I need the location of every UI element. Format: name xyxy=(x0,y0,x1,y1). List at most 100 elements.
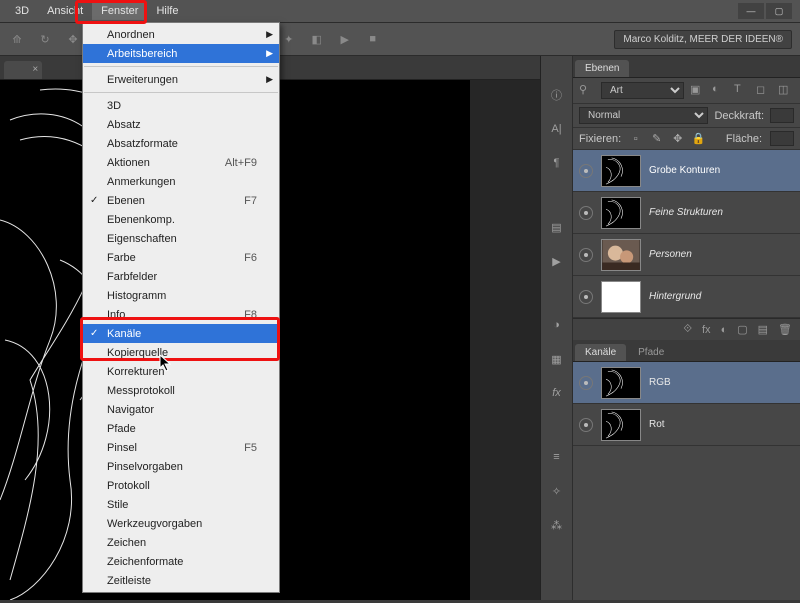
menu-item-messprotokoll[interactable]: Messprotokoll xyxy=(83,381,279,400)
menu-item-farbfelder[interactable]: Farbfelder xyxy=(83,267,279,286)
menu-hilfe[interactable]: Hilfe xyxy=(147,2,187,20)
menu-item-ebenen[interactable]: ✓EbenenF7 xyxy=(83,191,279,210)
layer-name: Personen xyxy=(649,249,692,260)
menu-item-aktionen[interactable]: AktionenAlt+F9 xyxy=(83,153,279,172)
visibility-icon[interactable] xyxy=(579,206,593,220)
filter-kind-select[interactable]: Art xyxy=(601,82,684,99)
menu-item-kan-le[interactable]: ✓Kanäle xyxy=(83,324,279,343)
home-icon[interactable]: ⟰ xyxy=(8,30,26,48)
minimize-button[interactable]: ― xyxy=(738,3,764,19)
fx-icon[interactable]: fx xyxy=(546,384,568,402)
fill-label: Fläche: xyxy=(726,133,762,145)
menu-item-eigenschaften[interactable]: Eigenschaften xyxy=(83,229,279,248)
menu-item-arbeitsbereich[interactable]: Arbeitsbereich▶ xyxy=(83,44,279,63)
layer-name: Grobe Konturen xyxy=(649,165,720,176)
folder-icon[interactable]: ▢ xyxy=(737,323,747,336)
channel-row[interactable]: RGB xyxy=(573,362,800,404)
link-icon[interactable]: ⟐ xyxy=(683,323,692,336)
menu-item-protokoll[interactable]: Protokoll xyxy=(83,476,279,495)
brush-icon[interactable]: ⁂ xyxy=(546,516,568,534)
visibility-icon[interactable] xyxy=(579,164,593,178)
opacity-input[interactable] xyxy=(770,108,794,123)
tab-pfade[interactable]: Pfade xyxy=(628,344,674,361)
lock-move-icon[interactable]: ✥ xyxy=(671,132,684,145)
styles-icon[interactable]: ▦ xyxy=(546,350,568,368)
swatches-icon[interactable]: ▤ xyxy=(546,218,568,236)
paragraph-icon[interactable]: ¶ xyxy=(546,154,568,172)
blend-mode-select[interactable]: Normal xyxy=(579,107,708,124)
fenster-menu: Anordnen▶Arbeitsbereich▶ Erweiterungen▶ 3D… xyxy=(82,22,280,593)
lock-all-icon[interactable]: 🔒 xyxy=(692,132,705,145)
filter-type-icon[interactable]: T xyxy=(734,83,750,99)
menu-item-zeichen[interactable]: Zeichen xyxy=(83,533,279,552)
orbit-icon[interactable]: ↻ xyxy=(36,30,54,48)
maximize-button[interactable]: ▢ xyxy=(766,3,792,19)
tab-ebenen[interactable]: Ebenen xyxy=(575,60,629,77)
menu-item-histogramm[interactable]: Histogramm xyxy=(83,286,279,305)
mode-icon-5[interactable]: ■ xyxy=(364,30,382,48)
tab-kanaele[interactable]: Kanäle xyxy=(575,344,626,361)
layer-name: Feine Strukturen xyxy=(649,207,723,218)
menu-item-3d[interactable]: 3D xyxy=(83,96,279,115)
menu-fenster[interactable]: Fenster xyxy=(92,2,147,20)
menu-3d[interactable]: 3D xyxy=(6,2,38,20)
menu-item-korrekturen[interactable]: Korrekturen xyxy=(83,362,279,381)
menu-item-absatz[interactable]: Absatz xyxy=(83,115,279,134)
channel-name: Rot xyxy=(649,419,665,430)
menu-item-pinselvorgaben[interactable]: Pinselvorgaben xyxy=(83,457,279,476)
document-tab[interactable]: × xyxy=(4,61,42,79)
channel-name: RGB xyxy=(649,377,671,388)
mode-icon-2[interactable]: ✦ xyxy=(280,30,298,48)
filter-smart-icon[interactable]: ◫ xyxy=(778,83,794,99)
lock-pixels-icon[interactable]: ▫ xyxy=(629,132,642,145)
menu-item-werkzeugvorgaben[interactable]: Werkzeugvorgaben xyxy=(83,514,279,533)
channel-row[interactable]: Rot xyxy=(573,404,800,446)
adjust-icon[interactable]: ≡ xyxy=(546,448,568,466)
menu-item-pfade[interactable]: Pfade xyxy=(83,419,279,438)
filter-image-icon[interactable]: ▣ xyxy=(690,83,706,99)
info-icon[interactable]: ⓘ xyxy=(546,86,568,104)
menu-item-anordnen[interactable]: Anordnen▶ xyxy=(83,25,279,44)
mode-icon-3[interactable]: ◧ xyxy=(308,30,326,48)
play-icon[interactable]: ▶ xyxy=(546,252,568,270)
filter-shape-icon[interactable]: ◻ xyxy=(756,83,772,99)
footer-fx-icon[interactable]: fx xyxy=(702,324,711,336)
window-controls: ― ▢ xyxy=(738,3,792,19)
layer-row[interactable]: Feine Strukturen xyxy=(573,192,800,234)
mode-icon-4[interactable]: ▶ xyxy=(336,30,354,48)
menu-item-zeichenformate[interactable]: Zeichenformate xyxy=(83,552,279,571)
layer-row[interactable]: Personen xyxy=(573,234,800,276)
panel-iconstrip: ⓘ A| ¶ ▤ ▶ ◑ ▦ fx ≡ ✧ ⁂ xyxy=(541,56,573,600)
layer-row[interactable]: Hintergrund xyxy=(573,276,800,318)
layer-row[interactable]: Grobe Konturen xyxy=(573,150,800,192)
menu-item-farbe[interactable]: FarbeF6 xyxy=(83,248,279,267)
menu-item-stile[interactable]: Stile xyxy=(83,495,279,514)
visibility-icon[interactable] xyxy=(579,248,593,262)
menu-ansicht[interactable]: Ansicht xyxy=(38,2,92,20)
menu-item-anmerkungen[interactable]: Anmerkungen xyxy=(83,172,279,191)
menu-item-absatzformate[interactable]: Absatzformate xyxy=(83,134,279,153)
mask-icon[interactable]: ◐ xyxy=(721,324,728,336)
pan-icon[interactable]: ✥ xyxy=(64,30,82,48)
lock-brush-icon[interactable]: ✎ xyxy=(650,132,663,145)
new-layer-icon[interactable]: ▤ xyxy=(758,323,768,336)
wand-icon[interactable]: ✧ xyxy=(546,482,568,500)
color-icon[interactable]: ◑ xyxy=(546,316,568,334)
close-icon[interactable]: × xyxy=(32,64,38,75)
menu-item-info[interactable]: InfoF8 xyxy=(83,305,279,324)
menu-item-navigator[interactable]: Navigator xyxy=(83,400,279,419)
menu-item-pinsel[interactable]: PinselF5 xyxy=(83,438,279,457)
visibility-icon[interactable] xyxy=(579,418,593,432)
menu-item-erweiterungen[interactable]: Erweiterungen▶ xyxy=(83,70,279,89)
menu-item-ebenenkomp-[interactable]: Ebenenkomp. xyxy=(83,210,279,229)
visibility-icon[interactable] xyxy=(579,290,593,304)
search-icon[interactable]: ⚲ xyxy=(579,83,595,99)
visibility-icon[interactable] xyxy=(579,376,593,390)
menu-item-kopierquelle[interactable]: Kopierquelle xyxy=(83,343,279,362)
character-icon[interactable]: A| xyxy=(546,120,568,138)
filter-adjust-icon[interactable]: ◐ xyxy=(712,83,728,99)
trash-icon[interactable]: 🗑 xyxy=(778,323,792,336)
menu-item-zeitleiste[interactable]: Zeitleiste xyxy=(83,571,279,590)
layers-panel: ⚲ Art ▣ ◐ T ◻ ◫ Normal Deckkraft: Fixier… xyxy=(573,78,800,340)
fill-input[interactable] xyxy=(770,131,794,146)
